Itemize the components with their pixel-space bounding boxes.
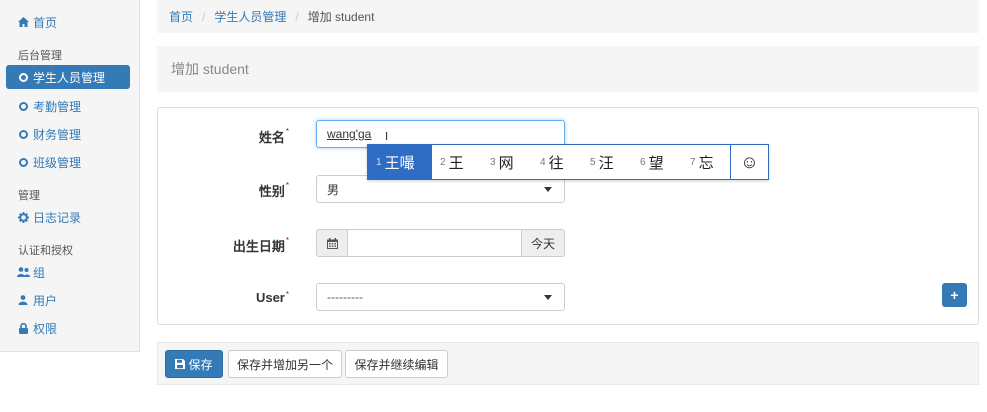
ime-candidate-number: 3 [490, 156, 496, 168]
save-and-add-another-label: 保存并增加另一个 [236, 357, 333, 372]
breadcrumb-current: 增加 student [307, 10, 375, 24]
name-label: 姓名* [157, 127, 289, 146]
sidebar-item-attendance[interactable]: 考勤管理 [6, 94, 130, 118]
today-button[interactable]: 今天 [521, 229, 565, 257]
user-select[interactable]: --------- [316, 283, 565, 311]
name-label-text: 姓名 [258, 130, 285, 145]
text-cursor-icon: Ⅰ [385, 131, 389, 143]
save-and-continue-label: 保存并继续编辑 [354, 357, 439, 372]
ime-candidate-text: 汪 [598, 154, 614, 172]
users-icon [16, 267, 30, 277]
user-label-text: User [255, 290, 285, 305]
ime-candidate[interactable]: 7忘 [682, 145, 732, 179]
calendar-icon[interactable] [316, 229, 348, 257]
ime-candidate[interactable]: 3网 [482, 145, 532, 179]
gear-icon [16, 211, 30, 223]
breadcrumb-separator: / [202, 9, 206, 24]
required-mark: * [285, 290, 289, 299]
gender-label: 性别* [157, 181, 289, 200]
submit-row: 保存 保存并增加另一个 保存并继续编辑 [157, 342, 979, 385]
section-header-manage: 管理 [18, 190, 40, 202]
circle-icon [16, 129, 30, 139]
sidebar-item-label: 考勤管理 [33, 99, 82, 114]
ime-candidate-text: 王嘬 [384, 154, 415, 172]
breadcrumb-separator: / [295, 9, 299, 24]
breadcrumb-home[interactable]: 首页 [169, 8, 193, 25]
ime-candidate-bar: 1 王嘬 2王 3网 4往 5汪 6望 7忘 ☺ [367, 144, 769, 180]
breadcrumb-student-management[interactable]: 学生人员管理 [214, 8, 286, 25]
name-input-value: wang'ga [327, 127, 372, 141]
sidebar-item-user[interactable]: 用户 [6, 288, 130, 312]
save-button-label: 保存 [188, 357, 213, 372]
sidebar-item-log[interactable]: 日志记录 [6, 205, 130, 229]
required-mark: * [285, 236, 289, 245]
sidebar-item-student-management[interactable]: 学生人员管理 [6, 65, 130, 89]
sidebar-item-label: 班级管理 [33, 155, 82, 170]
ime-candidate-text: 望 [648, 154, 664, 172]
sidebar-item-label: 日志记录 [33, 210, 82, 225]
ime-candidate[interactable]: 4往 [532, 145, 582, 179]
circle-icon [16, 72, 30, 82]
ime-candidate-text: 网 [498, 154, 514, 172]
required-mark: * [285, 181, 289, 190]
ime-candidate[interactable]: 2王 [432, 145, 482, 179]
sidebar-item-label: 用户 [33, 293, 58, 308]
plus-icon: + [950, 287, 959, 303]
ime-candidate-number: 6 [640, 156, 646, 168]
user-select-value: --------- [327, 290, 363, 304]
sidebar-item-label: 组 [33, 265, 46, 280]
sidebar-item-home[interactable]: 首页 [6, 10, 130, 34]
emoji-icon[interactable]: ☺ [730, 145, 768, 179]
birth-date-label-text: 出生日期 [232, 239, 285, 254]
ime-candidate-text: 王 [448, 154, 464, 172]
page-title-bar: 增加 student [157, 46, 979, 92]
sidebar-item-group[interactable]: 组 [6, 260, 130, 284]
circle-icon [16, 157, 30, 167]
ime-candidate[interactable]: 1 王嘬 [368, 145, 432, 179]
section-header-backend: 后台管理 [18, 50, 62, 62]
lock-icon [16, 322, 30, 334]
save-button[interactable]: 保存 [165, 350, 223, 378]
ime-candidate-number: 7 [690, 156, 696, 168]
gender-select-value: 男 [327, 182, 340, 197]
chevron-down-icon [544, 295, 552, 300]
required-mark: * [285, 127, 289, 136]
birth-date-input[interactable] [347, 229, 522, 257]
gender-label-text: 性别 [258, 184, 285, 199]
birth-date-label: 出生日期* [157, 236, 289, 255]
sidebar-item-class[interactable]: 班级管理 [6, 150, 130, 174]
today-button-label: 今天 [530, 236, 555, 251]
ime-candidate[interactable]: 6望 [632, 145, 682, 179]
add-user-button[interactable]: + [942, 283, 967, 307]
ime-candidate-text: 往 [548, 154, 564, 172]
section-header-auth: 认证和授权 [18, 245, 73, 257]
sidebar-item-finance[interactable]: 财务管理 [6, 122, 130, 146]
emoji-glyph: ☺ [740, 151, 759, 172]
save-and-continue-button[interactable]: 保存并继续编辑 [345, 350, 448, 378]
user-label: User* [157, 290, 289, 305]
circle-icon [16, 101, 30, 111]
user-icon [16, 295, 30, 305]
ime-candidate[interactable]: 5汪 [582, 145, 632, 179]
ime-candidate-number: 2 [440, 156, 446, 168]
home-icon [16, 17, 30, 27]
page-title: 增加 student [171, 61, 249, 77]
sidebar-item-permission[interactable]: 权限 [6, 316, 130, 340]
sidebar-item-label: 首页 [33, 15, 58, 30]
ime-candidate-number: 5 [590, 156, 596, 168]
sidebar: 首页 后台管理 学生人员管理 考勤管理 财务管理 班级管理 管理 日志记录 认证… [0, 0, 140, 352]
breadcrumb: 首页 / 学生人员管理 / 增加 student [157, 0, 979, 33]
sidebar-item-label: 学生人员管理 [33, 70, 106, 85]
chevron-down-icon [544, 187, 552, 192]
sidebar-item-label: 财务管理 [33, 127, 82, 142]
ime-candidate-number: 4 [540, 156, 546, 168]
ime-candidate-text: 忘 [698, 154, 714, 172]
floppy-disk-icon [175, 359, 186, 369]
ime-candidate-number: 1 [376, 156, 382, 168]
save-and-add-another-button[interactable]: 保存并增加另一个 [228, 350, 342, 378]
sidebar-item-label: 权限 [33, 321, 58, 336]
